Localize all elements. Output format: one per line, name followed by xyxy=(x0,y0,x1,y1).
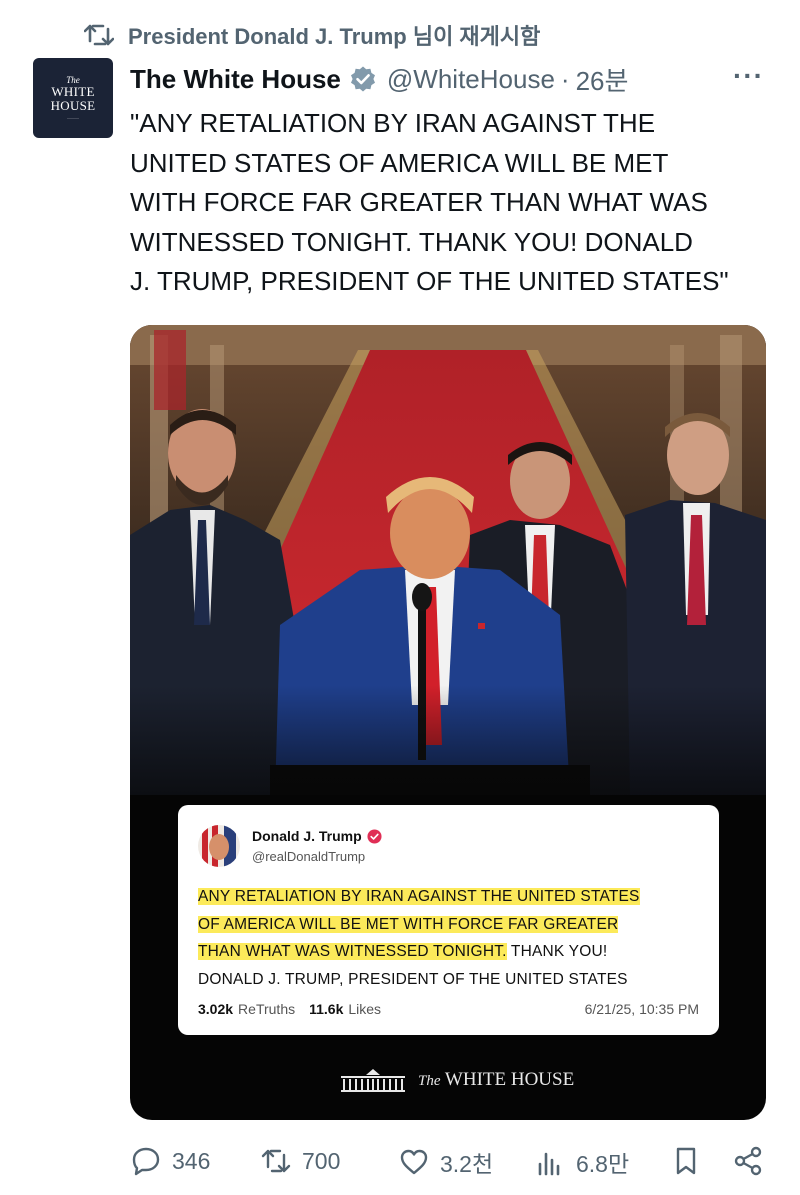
post-time[interactable]: 26분 xyxy=(576,61,629,98)
views-count: 6.8만 xyxy=(576,1151,630,1177)
like-count: 3.2천 xyxy=(440,1151,494,1177)
views-chart-icon xyxy=(538,1152,560,1176)
verified-badge-icon xyxy=(350,66,375,92)
watermark-name: WHITE HOUSE xyxy=(444,1069,575,1090)
likes-count: 11.6k xyxy=(309,1001,344,1017)
share-button[interactable] xyxy=(732,1145,764,1177)
white-house-building-icon xyxy=(341,1069,405,1092)
embedded-verified-icon xyxy=(367,828,382,844)
separator-dot: · xyxy=(560,63,570,94)
media-image[interactable]: Donald J. Trump @realDonaldTrump ANY RET… xyxy=(130,325,766,1120)
repost-button[interactable]: 700 xyxy=(260,1145,340,1177)
tweet-header: The White House @WhiteHouse · 26분 ··· xyxy=(130,60,770,98)
embedded-text-rest: THANK YOU! xyxy=(506,943,608,960)
tweet-text: "ANY RETALIATION BY IRAN AGAINST THE UNI… xyxy=(130,108,729,296)
embedded-post-date: 6/21/25, 10:35 PM xyxy=(584,1001,699,1017)
repost-icon xyxy=(261,1149,291,1173)
highlighted-text: OF AMERICA WILL BE MET WITH FORCE FAR GR… xyxy=(198,915,619,933)
reply-icon xyxy=(132,1147,160,1176)
author-name[interactable]: The White House xyxy=(130,64,341,95)
heart-icon xyxy=(400,1149,428,1175)
embedded-author-handle: @realDonaldTrump xyxy=(252,849,366,864)
repost-count: 700 xyxy=(302,1147,341,1174)
action-bar: 346 700 3.2천 6.8만 xyxy=(130,1145,770,1185)
repost-indicator[interactable]: President Donald J. Trump 님이 재게시함 xyxy=(84,20,540,50)
retruths-label: ReTruths xyxy=(238,1001,296,1017)
bookmark-icon xyxy=(676,1147,696,1175)
reply-button[interactable]: 346 xyxy=(130,1145,210,1177)
bookmark-button[interactable] xyxy=(670,1145,702,1177)
highlighted-text: ANY RETALIATION BY IRAN AGAINST THE UNIT… xyxy=(198,888,640,905)
views-button[interactable]: 6.8만 xyxy=(534,1145,629,1179)
more-options-icon[interactable]: ··· xyxy=(733,60,764,92)
embedded-avatar xyxy=(198,825,240,867)
watermark-the: The xyxy=(418,1073,441,1089)
repost-icon xyxy=(84,24,114,46)
white-house-watermark: The WHITE HOUSE xyxy=(340,1067,574,1093)
avatar-subline: ——— xyxy=(67,114,79,120)
avatar-name-text: WHITE HOUSE xyxy=(50,84,96,114)
retruths-count: 3.02k xyxy=(198,1001,234,1017)
repost-text: President Donald J. Trump 님이 재게시함 xyxy=(128,24,541,49)
likes-label: Likes xyxy=(348,1001,382,1017)
embedded-post-stats: 3.02k ReTruths 11.6k Likes 6/21/25, 10:3… xyxy=(198,1001,699,1017)
like-button[interactable]: 3.2천 xyxy=(398,1145,493,1179)
embedded-post-text: ANY RETALIATION BY IRAN AGAINST THE UNIT… xyxy=(198,883,699,993)
author-handle[interactable]: @WhiteHouse xyxy=(387,64,555,95)
embedded-text-rest: DONALD J. TRUMP, PRESIDENT OF THE UNITED… xyxy=(198,970,628,988)
avatar[interactable]: The WHITE HOUSE ——— xyxy=(33,58,113,138)
embedded-post-card: Donald J. Trump @realDonaldTrump ANY RET… xyxy=(178,805,719,1035)
highlighted-text: THAN WHAT WAS WITNESSED TONIGHT. xyxy=(198,943,507,960)
reply-count: 346 xyxy=(172,1147,211,1174)
share-icon xyxy=(734,1146,762,1176)
embedded-author-name: Donald J. Trump xyxy=(252,828,362,844)
